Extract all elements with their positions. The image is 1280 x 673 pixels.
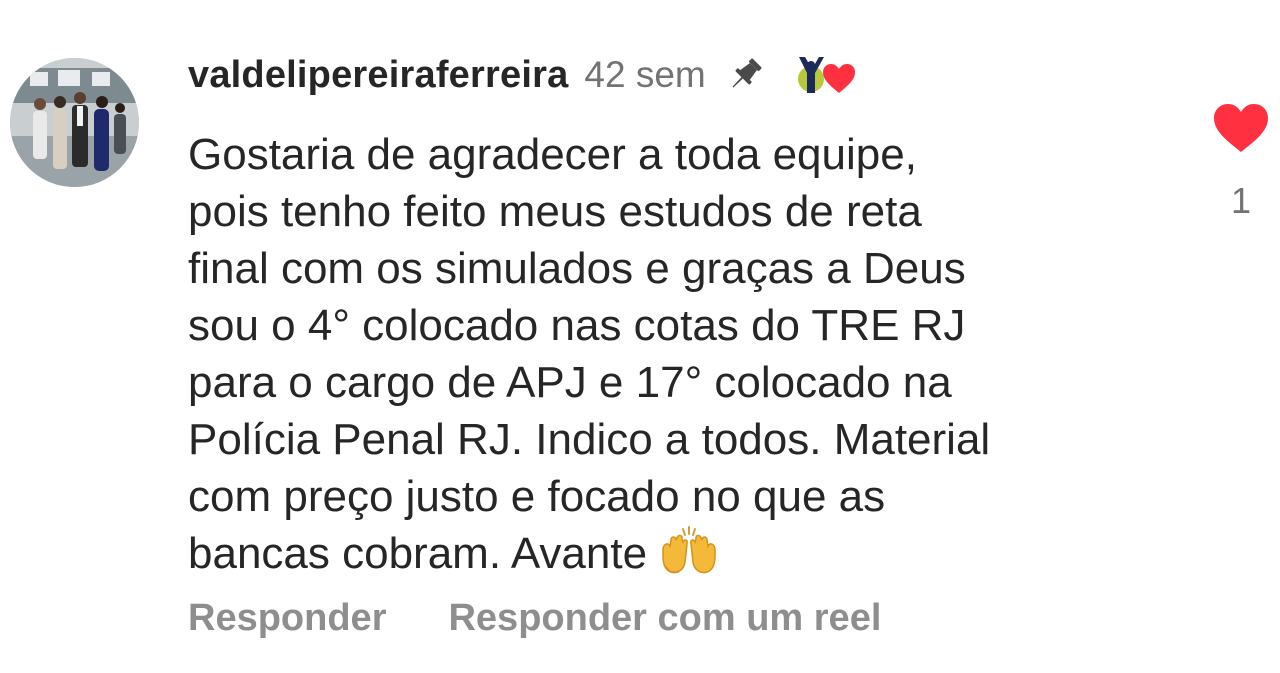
comment-body: Gostaria de agradecer a toda equipe, poi…: [188, 126, 1168, 590]
comment-header: valdelipereiraferreira 42 sem: [188, 50, 858, 100]
like-count: 1: [1230, 180, 1252, 221]
username[interactable]: valdelipereiraferreira: [188, 54, 568, 97]
heart-icon: [1214, 104, 1268, 152]
avatar[interactable]: [10, 58, 139, 187]
comment-text: Gostaria de agradecer a toda equipe, poi…: [188, 130, 991, 578]
like-button[interactable]: [1212, 102, 1270, 159]
comment-actions: Responder Responder com um reel: [188, 597, 881, 640]
reply-button[interactable]: Responder: [188, 597, 386, 640]
pin-icon: [724, 54, 766, 96]
raising-hands-emoji: [659, 526, 719, 590]
avatar-photo: [10, 58, 139, 187]
timestamp: 42 sem: [584, 54, 706, 95]
creator-heart-badge: [794, 53, 858, 97]
reply-with-reel-button[interactable]: Responder com um reel: [448, 597, 881, 640]
